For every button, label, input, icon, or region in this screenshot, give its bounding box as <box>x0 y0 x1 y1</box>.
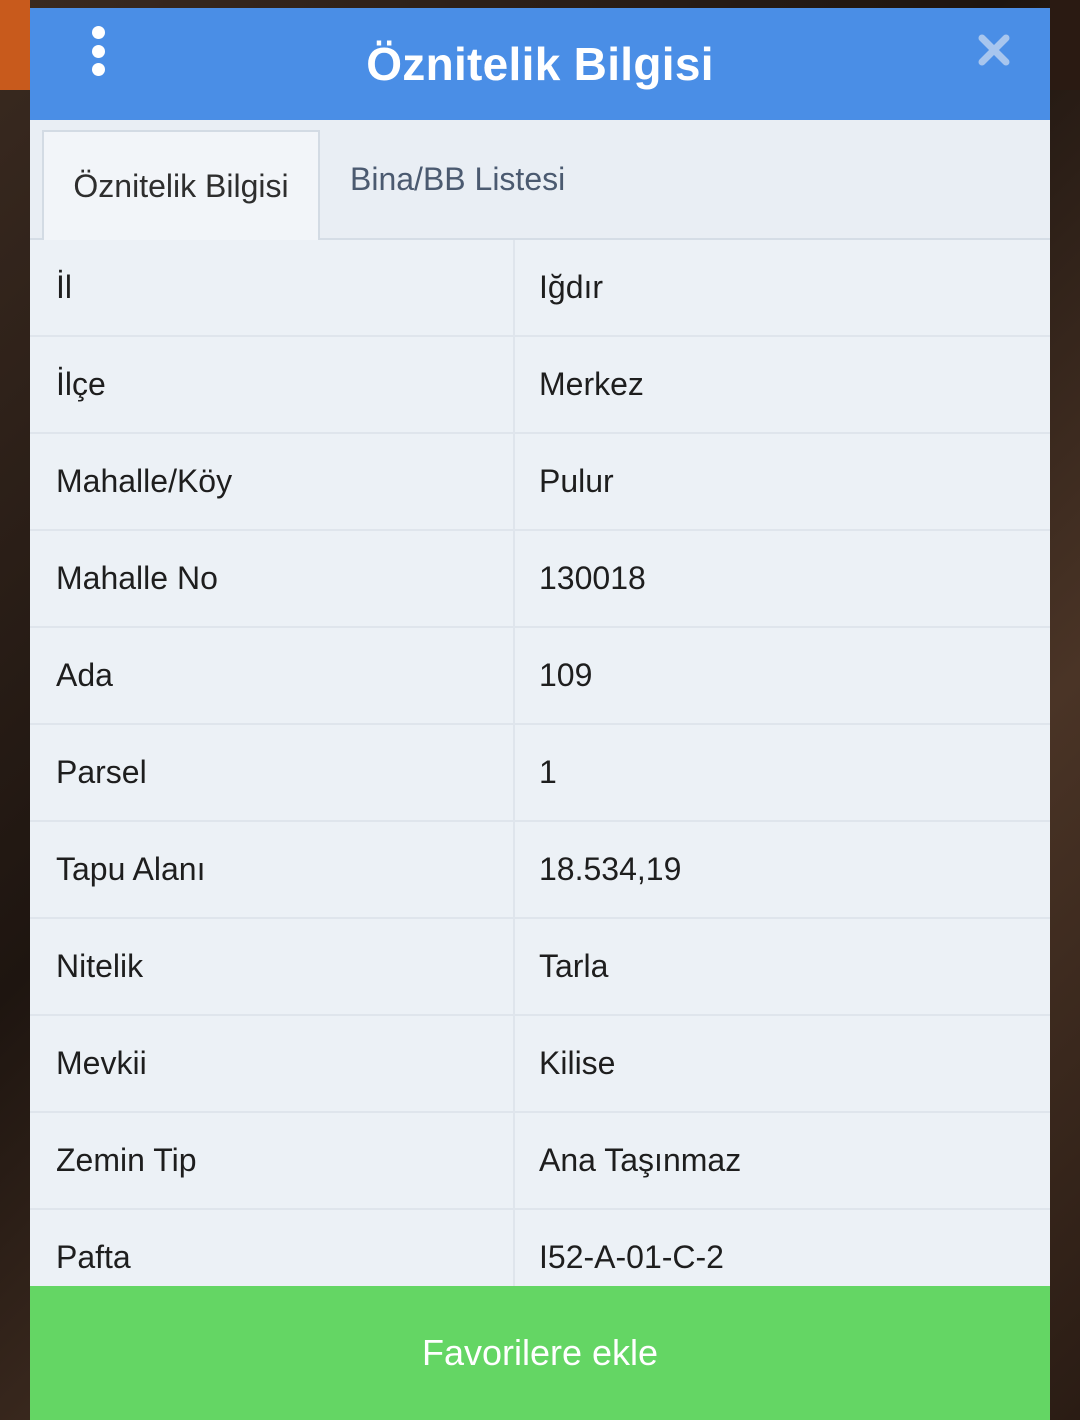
row-label: İlçe <box>30 337 515 432</box>
menu-dot <box>91 63 105 76</box>
table-row: İl Iğdır <box>30 240 1050 337</box>
table-row: Ada 109 <box>30 628 1050 725</box>
table-row: Mahalle No 130018 <box>30 531 1050 628</box>
table-row: Mahalle/Köy Pulur <box>30 434 1050 531</box>
attribute-table: İl Iğdır İlçe Merkez Mahalle/Köy Pulur M… <box>30 240 1050 1307</box>
table-row: İlçe Merkez <box>30 337 1050 434</box>
row-value: Kilise <box>539 1045 616 1081</box>
table-row: Tapu Alanı 18.534,19 <box>30 822 1050 919</box>
row-label: Mahalle No <box>30 531 515 626</box>
background-accent-right <box>1050 0 1080 90</box>
row-label: İl <box>30 240 515 335</box>
tab-bar: Öznitelik Bilgisi Bina/BB Listesi <box>30 120 1050 240</box>
row-value: 130018 <box>539 560 646 596</box>
tab-label: Bina/BB Listesi <box>350 160 566 197</box>
close-x-icon[interactable] <box>974 30 1014 70</box>
row-value: Iğdır <box>539 269 604 305</box>
table-row: Nitelik Tarla <box>30 919 1050 1016</box>
tab-label: Öznitelik Bilgisi <box>73 167 289 204</box>
favorites-label: Favorilere ekle <box>421 1332 659 1373</box>
row-value: 1 <box>539 754 557 790</box>
row-label: Mahalle/Köy <box>30 434 515 529</box>
row-label: Tapu Alanı <box>30 822 515 917</box>
table-row: Mevkii Kilise <box>30 1016 1050 1113</box>
row-value: 109 <box>539 657 593 693</box>
row-label: Ada <box>30 628 515 723</box>
row-value: Pulur <box>539 463 614 499</box>
attribute-dialog: Öznitelik Bilgisi Öznitelik Bilgisi Bina… <box>30 8 1050 1420</box>
tab-building-list[interactable]: Bina/BB Listesi <box>350 120 565 238</box>
row-label: Zemin Tip <box>30 1113 515 1208</box>
vertical-dots-icon[interactable] <box>86 26 110 76</box>
row-label: Nitelik <box>30 919 515 1014</box>
table-row: Parsel 1 <box>30 725 1050 822</box>
menu-dot <box>91 44 105 58</box>
dialog-header: Öznitelik Bilgisi <box>30 8 1050 120</box>
add-to-favorites-button[interactable]: Favorilere ekle <box>30 1286 1050 1420</box>
row-label: Mevkii <box>30 1016 515 1111</box>
row-value: Merkez <box>539 366 644 402</box>
row-value: Tarla <box>539 948 609 984</box>
menu-dot <box>91 26 105 39</box>
row-label: Parsel <box>30 725 515 820</box>
tab-attribute-info[interactable]: Öznitelik Bilgisi <box>42 130 320 240</box>
dialog-title: Öznitelik Bilgisi <box>366 38 714 90</box>
background-accent <box>0 0 30 90</box>
table-row: Zemin Tip Ana Taşınmaz <box>30 1113 1050 1210</box>
row-value: Ana Taşınmaz <box>539 1142 742 1178</box>
row-value: 18.534,19 <box>539 851 682 887</box>
